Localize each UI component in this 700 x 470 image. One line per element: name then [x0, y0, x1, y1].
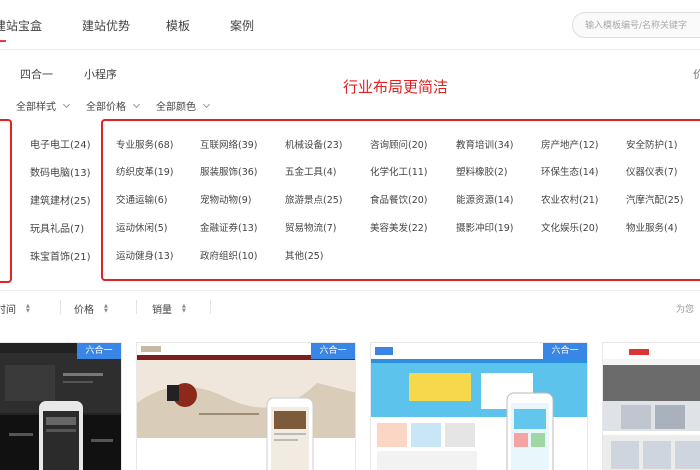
- top-nav: 建站宝盒 建站优势 模板 案例: [0, 0, 700, 50]
- sort-sales-label: 销量: [152, 305, 172, 316]
- sort-by-time[interactable]: 时间 ▲ ▼: [0, 301, 30, 316]
- template-card[interactable]: 六合一: [136, 342, 356, 470]
- tab-four-in-one[interactable]: 四合一: [20, 66, 53, 82]
- tab-price-partial[interactable]: 价: [693, 66, 700, 82]
- active-indicator: [0, 40, 6, 42]
- sort-time-label: 时间: [0, 305, 16, 316]
- category-item[interactable]: 化学化工(11): [370, 164, 428, 178]
- sort-by-sales[interactable]: 销量 ▲ ▼: [152, 301, 186, 316]
- category-item[interactable]: 宠物动物(9): [200, 192, 251, 206]
- category-item[interactable]: 贸易物流(7): [285, 220, 336, 234]
- card-badge: 六合一: [311, 343, 355, 359]
- annotation-text: 行业布局更简洁: [343, 78, 449, 96]
- side-category-item[interactable]: 珠宝首饰(21): [30, 248, 91, 263]
- category-item[interactable]: 摄影冲印(19): [456, 220, 514, 234]
- chevron-down-icon: [202, 100, 211, 108]
- search-input[interactable]: [573, 14, 700, 38]
- card-badge: 六合一: [543, 343, 587, 359]
- category-item[interactable]: 能源资源(14): [456, 192, 514, 206]
- sort-arrows-icon: ▲ ▼: [26, 302, 30, 314]
- filter-color[interactable]: 全部颜色: [156, 98, 211, 113]
- category-item[interactable]: 汽摩汽配(25): [626, 192, 684, 206]
- section-divider: [0, 290, 700, 291]
- nav-item-templates[interactable]: 模板: [166, 17, 190, 34]
- template-preview-image: [371, 343, 587, 470]
- divider: [210, 300, 211, 314]
- category-item[interactable]: 塑料橡胶(2): [456, 164, 507, 178]
- side-category-item[interactable]: 电子电工(24): [30, 136, 91, 151]
- sort-arrows-icon: ▲ ▼: [104, 302, 108, 314]
- tab-mini-program[interactable]: 小程序: [84, 66, 117, 82]
- category-item[interactable]: 物业服务(4): [626, 220, 677, 234]
- template-card[interactable]: 六合一: [0, 342, 122, 470]
- category-item[interactable]: 金融证券(13): [200, 220, 258, 234]
- category-item[interactable]: 纺织皮革(19): [116, 164, 174, 178]
- side-category-item[interactable]: 建筑建材(25): [30, 192, 91, 207]
- template-preview-image: [603, 343, 700, 470]
- category-item[interactable]: 农业农村(21): [541, 192, 599, 206]
- sort-bar: 时间 ▲ ▼ 价格 ▲ ▼ 销量 ▲ ▼ 为您: [0, 292, 700, 324]
- chevron-down-icon: [132, 100, 141, 108]
- highlight-box-left: [0, 119, 12, 283]
- category-item[interactable]: 互联网络(39): [200, 137, 258, 151]
- category-item[interactable]: 政府组织(10): [200, 248, 258, 262]
- sort-result-note: 为您: [676, 305, 695, 315]
- chevron-down-icon: [62, 100, 71, 108]
- category-item[interactable]: 咨询顾问(20): [370, 137, 428, 151]
- category-item[interactable]: 安全防护(1): [626, 137, 677, 151]
- sort-by-price[interactable]: 价格 ▲ ▼: [74, 301, 108, 316]
- template-preview-image: [137, 343, 355, 470]
- category-item[interactable]: 环保生态(14): [541, 164, 599, 178]
- category-item[interactable]: 旅游景点(25): [285, 192, 343, 206]
- category-item[interactable]: 交通运输(6): [116, 192, 167, 206]
- divider: [60, 300, 61, 314]
- category-item[interactable]: 食品餐饮(20): [370, 192, 428, 206]
- category-item[interactable]: 美容美发(22): [370, 220, 428, 234]
- filter-color-label: 全部颜色: [156, 102, 196, 113]
- category-item[interactable]: 机械设备(23): [285, 137, 343, 151]
- template-card[interactable]: [602, 342, 700, 470]
- search-box[interactable]: [572, 12, 700, 38]
- sort-price-label: 价格: [74, 305, 94, 316]
- card-badge: 六合一: [77, 343, 121, 359]
- divider: [136, 300, 137, 314]
- category-item[interactable]: 服装服饰(36): [200, 164, 258, 178]
- category-item[interactable]: 运动健身(13): [116, 248, 174, 262]
- category-item[interactable]: 专业服务(68): [116, 137, 174, 151]
- category-item[interactable]: 其他(25): [285, 248, 324, 262]
- side-category-item[interactable]: 玩具礼品(7): [30, 220, 84, 235]
- filter-style-label: 全部样式: [16, 102, 56, 113]
- category-item[interactable]: 文化娱乐(20): [541, 220, 599, 234]
- filter-price-label: 全部价格: [86, 102, 126, 113]
- template-preview-image: [0, 343, 121, 470]
- nav-item-cases[interactable]: 案例: [230, 17, 254, 34]
- nav-item-site-box[interactable]: 建站宝盒: [0, 17, 42, 34]
- filter-style[interactable]: 全部样式: [16, 98, 71, 113]
- category-item[interactable]: 五金工具(4): [285, 164, 336, 178]
- template-card[interactable]: 六合一: [370, 342, 588, 470]
- category-item[interactable]: 教育培训(34): [456, 137, 514, 151]
- category-item[interactable]: 房产地产(12): [541, 137, 599, 151]
- category-item[interactable]: 运动休闲(5): [116, 220, 167, 234]
- side-category-item[interactable]: 数码电脑(13): [30, 164, 91, 179]
- sort-arrows-icon: ▲ ▼: [182, 302, 186, 314]
- nav-item-advantages[interactable]: 建站优势: [82, 17, 130, 34]
- filter-price[interactable]: 全部价格: [86, 98, 141, 113]
- category-item[interactable]: 仪器仪表(7): [626, 164, 677, 178]
